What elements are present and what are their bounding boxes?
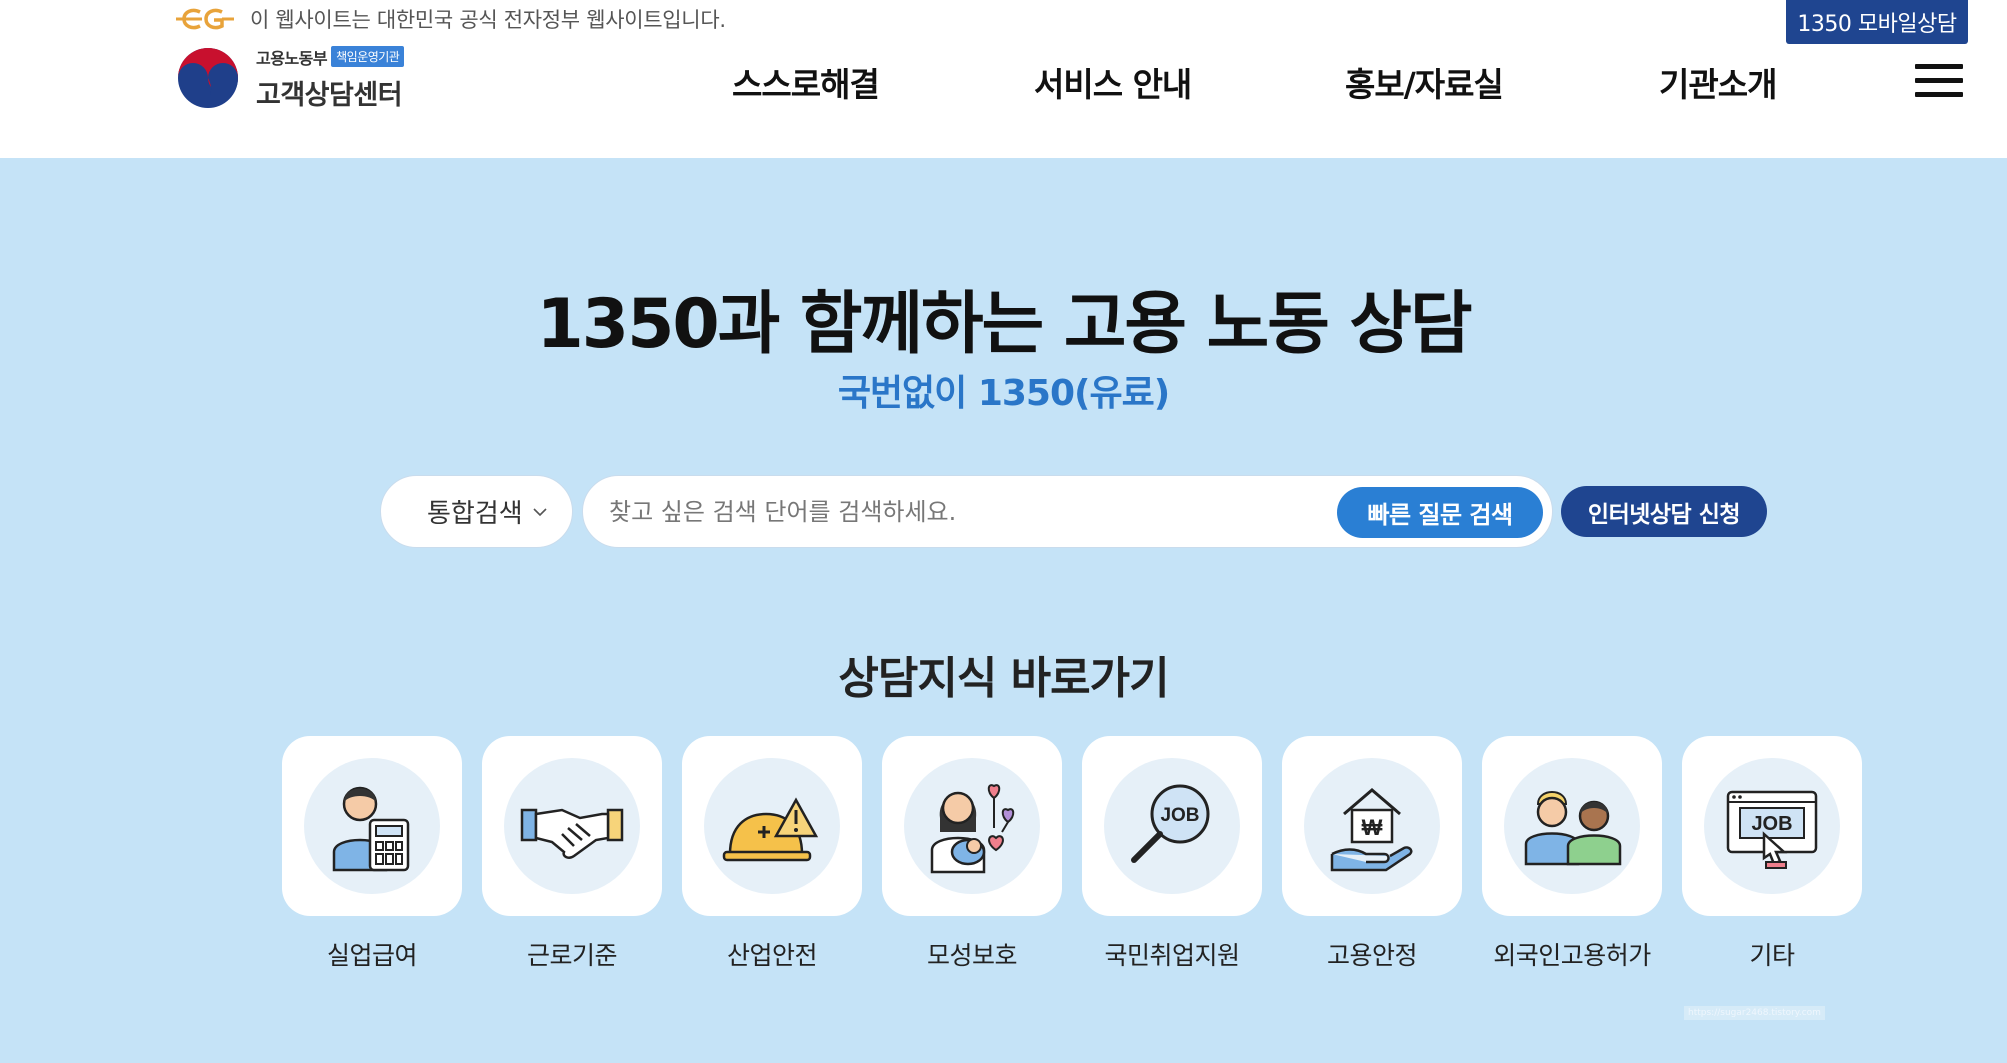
search-scope-select[interactable]: 통합검색	[380, 475, 573, 548]
svg-text:₩: ₩	[1362, 815, 1383, 840]
shortcut-card	[882, 736, 1062, 916]
search-input[interactable]	[609, 486, 1289, 538]
logo-badge: 책임운영기관	[331, 46, 405, 67]
logo-center-name: 고객상담센터	[256, 79, 403, 111]
chevron-down-icon	[533, 507, 547, 516]
gov-notice-text: 이 웹사이트는 대한민국 공식 전자정부 웹사이트입니다.	[250, 8, 726, 32]
mother-baby-icon	[904, 758, 1040, 894]
shortcut-maternity-protection[interactable]: 모성보호	[882, 736, 1062, 972]
watermark: https://sugar2468.tistory.com	[1684, 1006, 1825, 1020]
shortcut-label: 근로기준	[526, 941, 618, 970]
hero-subtitle: 국번없이 1350(유료)	[837, 373, 1170, 414]
svg-text:JOB: JOB	[1160, 805, 1199, 826]
shortcut-card: JOB	[1082, 736, 1262, 916]
taegeuk-emblem-icon	[178, 48, 238, 108]
shortcut-label: 외국인고용허가	[1493, 941, 1651, 970]
gov-notice: 이 웹사이트는 대한민국 공식 전자정부 웹사이트입니다.	[172, 4, 726, 34]
shortcuts-title: 상담지식 바로가기	[838, 653, 1169, 704]
house-hand-icon: ₩	[1304, 758, 1440, 894]
shortcut-labor-standards[interactable]: 근로기준	[482, 736, 662, 972]
nav-service-guide[interactable]: 서비스 안내	[1034, 58, 1192, 108]
shortcut-card: JOB	[1682, 736, 1862, 916]
shortcut-etc[interactable]: JOB 기타	[1682, 736, 1862, 972]
internet-consult-apply-button[interactable]: 인터넷상담 신청	[1561, 486, 1767, 537]
search-bar: 빠른 질문 검색	[582, 475, 1553, 548]
site-logo[interactable]: 고용노동부 책임운영기관 고객상담센터	[176, 44, 405, 112]
shortcut-employment-stability[interactable]: ₩ 고용안정	[1282, 736, 1462, 972]
nav-pr-resources[interactable]: 홍보/자료실	[1345, 58, 1504, 108]
shortcut-foreign-worker-permit[interactable]: 외국인고용허가	[1482, 736, 1662, 972]
site-header: 이 웹사이트는 대한민국 공식 전자정부 웹사이트입니다. 1350 모바일상담…	[0, 0, 2007, 158]
shortcut-industrial-safety[interactable]: 산업안전	[682, 736, 862, 972]
svg-text:JOB: JOB	[1751, 813, 1792, 835]
shortcut-card	[282, 736, 462, 916]
logo-ministry: 고용노동부	[256, 48, 328, 68]
logo-ministry-line: 고용노동부 책임운영기관	[256, 45, 405, 69]
handshake-icon	[504, 758, 640, 894]
shortcut-label: 모성보호	[926, 941, 1018, 970]
job-monitor-icon: JOB	[1704, 758, 1840, 894]
shortcut-card: ₩	[1282, 736, 1462, 916]
shortcut-card	[1482, 736, 1662, 916]
shortcut-label: 국민취업지원	[1104, 941, 1240, 970]
menu-icon[interactable]	[1915, 62, 1963, 100]
shortcut-unemployment-benefit[interactable]: 실업급여	[282, 736, 462, 972]
calculator-person-icon	[304, 758, 440, 894]
shortcut-label: 기타	[1749, 941, 1795, 970]
nav-self-solve[interactable]: 스스로해결	[732, 58, 880, 108]
shortcut-card	[682, 736, 862, 916]
quick-search-button[interactable]: 빠른 질문 검색	[1337, 487, 1543, 538]
mobile-consult-button[interactable]: 1350 모바일상담	[1786, 0, 1968, 44]
shortcut-label: 고용안정	[1326, 941, 1418, 970]
logo-text: 고용노동부 책임운영기관 고객상담센터	[256, 45, 405, 112]
search-scope-value: 통합검색	[427, 499, 523, 529]
shortcut-national-employment-support[interactable]: JOB 국민취업지원	[1082, 736, 1262, 972]
e-government-logo-icon	[176, 8, 234, 30]
nav-about[interactable]: 기관소개	[1659, 58, 1777, 108]
two-people-icon	[1504, 758, 1640, 894]
shortcut-card	[482, 736, 662, 916]
hero-section: 1350과 함께하는 고용 노동 상담 국번없이 1350(유료) 통합검색 빠…	[0, 158, 2007, 1063]
shortcut-label: 산업안전	[726, 941, 818, 970]
job-search-icon: JOB	[1104, 758, 1240, 894]
shortcut-label: 실업급여	[326, 941, 418, 970]
hero-title: 1350과 함께하는 고용 노동 상담	[536, 285, 1472, 364]
safety-helmet-icon	[704, 758, 840, 894]
